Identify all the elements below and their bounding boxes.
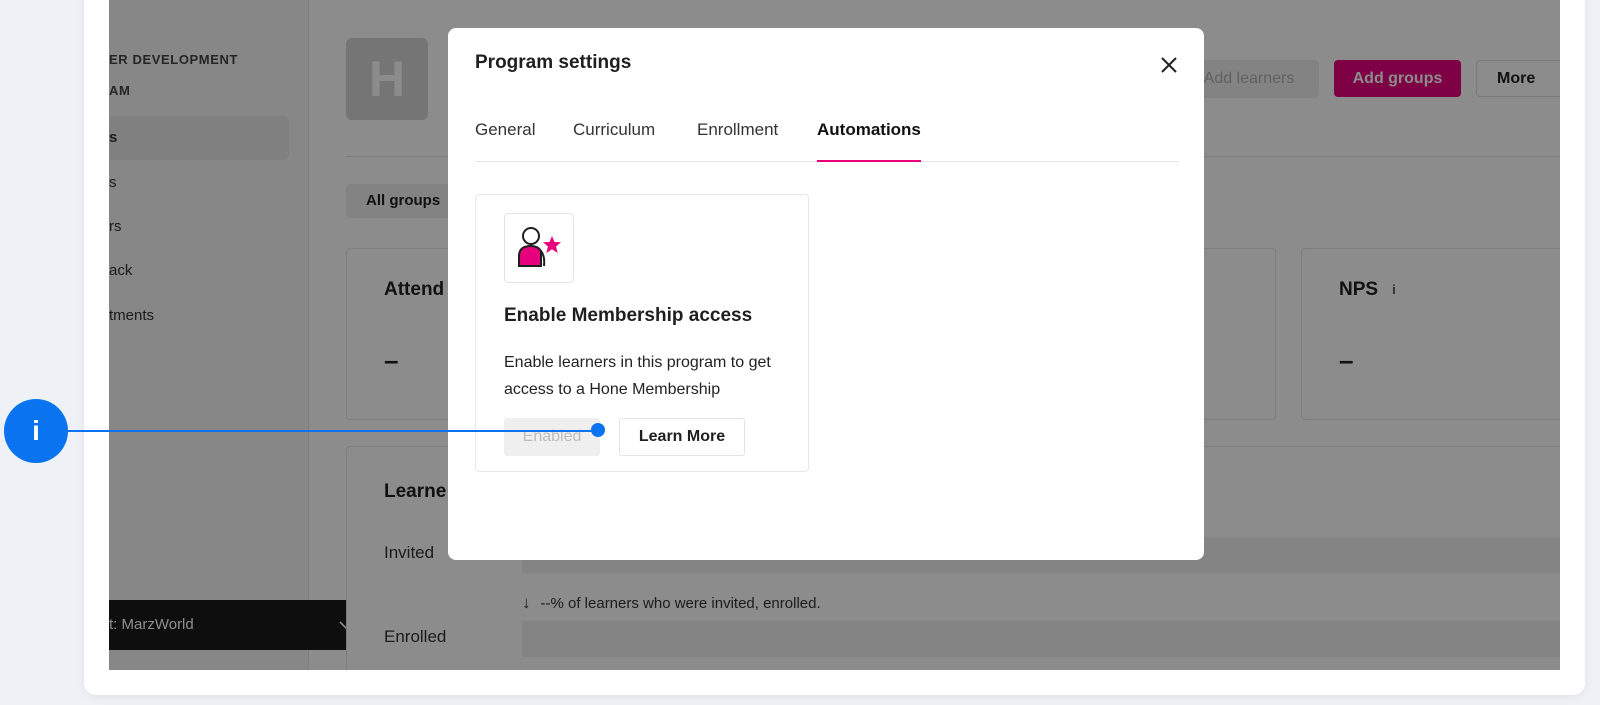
modal-title: Program settings bbox=[475, 52, 632, 73]
close-icon[interactable] bbox=[1154, 50, 1184, 80]
tab-automations[interactable]: Automations bbox=[817, 120, 921, 162]
tab-enrollment[interactable]: Enrollment bbox=[697, 120, 778, 162]
program-settings-modal: Program settings General Curriculum Enro… bbox=[448, 28, 1204, 560]
enabled-button[interactable]: Enabled bbox=[504, 418, 600, 456]
annotation-connector-line bbox=[68, 430, 598, 432]
automation-description: Enable learners in this program to get a… bbox=[504, 354, 771, 398]
app-viewport: ER DEVELOPMENT AM s s rs ack tments t: M… bbox=[109, 0, 1560, 670]
learn-more-button[interactable]: Learn More bbox=[619, 418, 745, 456]
settings-tabs: General Curriculum Enrollment Automation… bbox=[475, 114, 1179, 162]
membership-star-icon bbox=[504, 213, 574, 283]
tab-general[interactable]: General bbox=[475, 120, 535, 162]
automation-title: Enable Membership access bbox=[504, 305, 753, 326]
annotation-anchor-dot bbox=[591, 423, 605, 437]
annotation-info-marker[interactable]: i bbox=[4, 399, 68, 463]
tab-curriculum[interactable]: Curriculum bbox=[573, 120, 655, 162]
